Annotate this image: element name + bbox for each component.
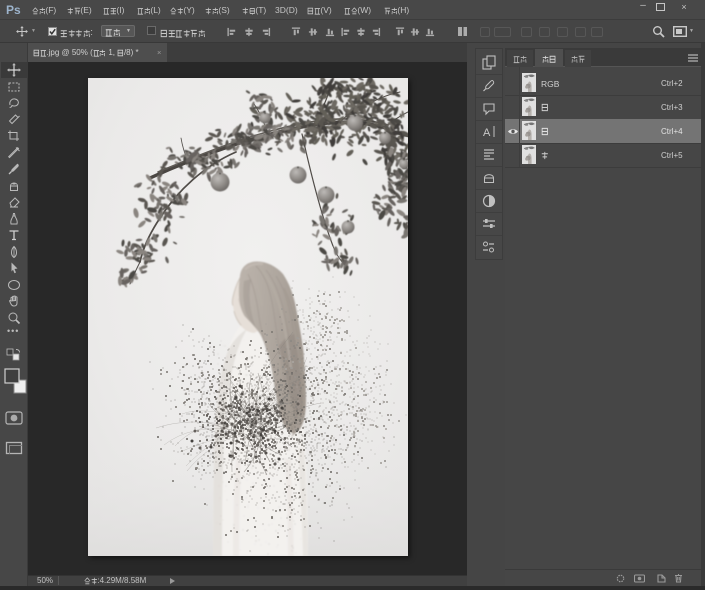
svg-text:A: A: [483, 127, 491, 139]
